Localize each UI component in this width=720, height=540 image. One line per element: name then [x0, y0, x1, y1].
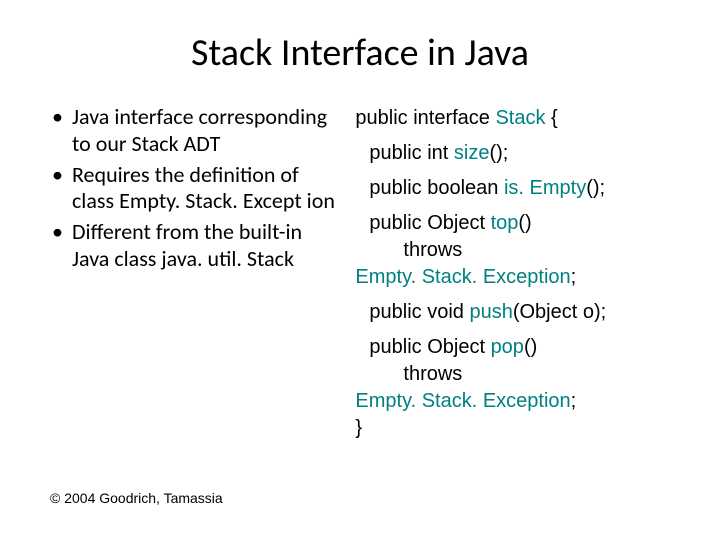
- bullet-item: Different from the built-in Java class j…: [68, 219, 341, 273]
- code-line: Empty. Stack. Exception;: [355, 265, 670, 290]
- code-identifier: Empty. Stack. Exception: [355, 390, 570, 412]
- code-identifier: push: [469, 301, 512, 323]
- code-text: public void: [369, 301, 469, 323]
- class-name: Empty. Stack. Except ion: [119, 187, 335, 214]
- code-text: ;: [571, 390, 577, 412]
- code-line: Empty. Stack. Exception;: [355, 389, 670, 414]
- code-text: {: [546, 107, 558, 129]
- code-text: public Object: [369, 212, 490, 234]
- code-line: public Object top(): [355, 211, 670, 236]
- code-text: public boolean: [369, 177, 504, 199]
- content-columns: Java interface corresponding to our Stac…: [50, 104, 670, 441]
- code-line: throws: [355, 238, 670, 263]
- bullet-item: Requires the definition of class Empty. …: [68, 162, 341, 216]
- code-text: public int: [369, 142, 454, 164]
- code-text: public Object: [369, 336, 490, 358]
- bullet-text: Java interface corresponding to our Stac…: [72, 103, 327, 157]
- right-column-code: public interface Stack { public int size…: [355, 104, 670, 441]
- code-identifier: Empty. Stack. Exception: [355, 266, 570, 288]
- code-identifier: Stack: [495, 107, 545, 129]
- code-line: }: [355, 416, 670, 441]
- code-text: (Object o);: [513, 301, 606, 323]
- bullet-list: Java interface corresponding to our Stac…: [50, 104, 341, 273]
- bullet-item: Java interface corresponding to our Stac…: [68, 104, 341, 158]
- code-identifier: size: [454, 142, 490, 164]
- code-text: (): [518, 212, 531, 234]
- code-line: public void push(Object o);: [355, 300, 670, 325]
- code-line: public Object pop(): [355, 335, 670, 360]
- code-line: public boolean is. Empty();: [355, 176, 670, 201]
- left-column: Java interface corresponding to our Stac…: [50, 104, 341, 441]
- code-text: public interface: [355, 107, 495, 129]
- slide-title: Stack Interface in Java: [50, 30, 670, 76]
- code-line: public interface Stack {: [355, 106, 670, 131]
- code-text: ();: [586, 177, 605, 199]
- code-line: public int size();: [355, 141, 670, 166]
- code-identifier: top: [491, 212, 519, 234]
- code-line: throws: [355, 362, 670, 387]
- code-text: ();: [489, 142, 508, 164]
- code-text: ;: [571, 266, 577, 288]
- code-identifier: is. Empty: [504, 177, 586, 199]
- copyright-footer: © 2004 Goodrich, Tamassia: [50, 490, 223, 506]
- slide: Stack Interface in Java Java interface c…: [0, 0, 720, 540]
- code-identifier: pop: [491, 336, 524, 358]
- class-name: java. util. Stack: [161, 245, 294, 272]
- code-text: (): [524, 336, 537, 358]
